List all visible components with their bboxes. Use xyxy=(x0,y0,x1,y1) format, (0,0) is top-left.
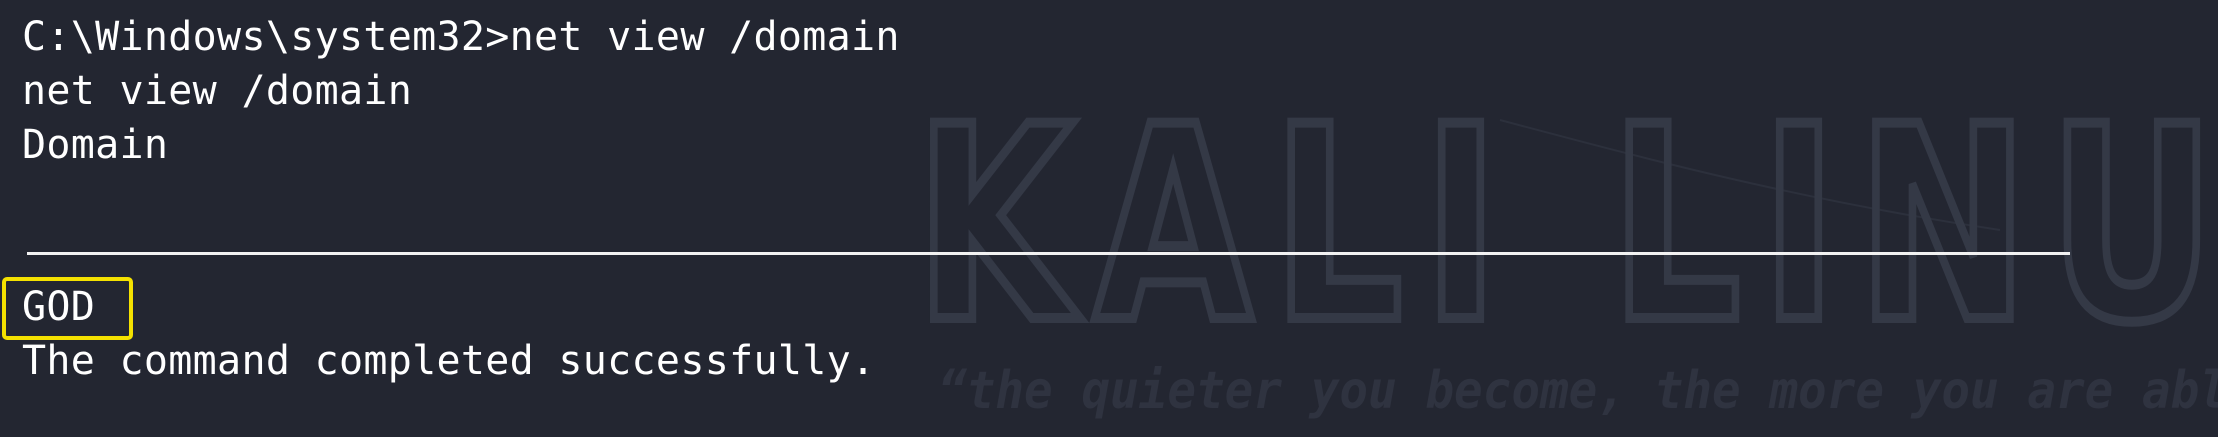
command-echo-line: net view /domain xyxy=(22,68,413,114)
output-separator-line xyxy=(27,252,2070,255)
dragon-line-decoration xyxy=(1499,119,2001,231)
terminal-window[interactable]: KALI LINU “the quieter you become, the m… xyxy=(0,0,2218,437)
kali-logo-text: KALI LINU xyxy=(915,70,2218,382)
kali-tagline-text: “the quieter you become, the more you ar… xyxy=(938,361,2218,421)
command-status-message: The command completed successfully. xyxy=(22,338,876,384)
domain-highlight-box xyxy=(2,277,133,340)
command-prompt-line: C:\Windows\system32>net view /domain xyxy=(22,14,900,60)
domain-column-header: Domain xyxy=(22,122,169,168)
